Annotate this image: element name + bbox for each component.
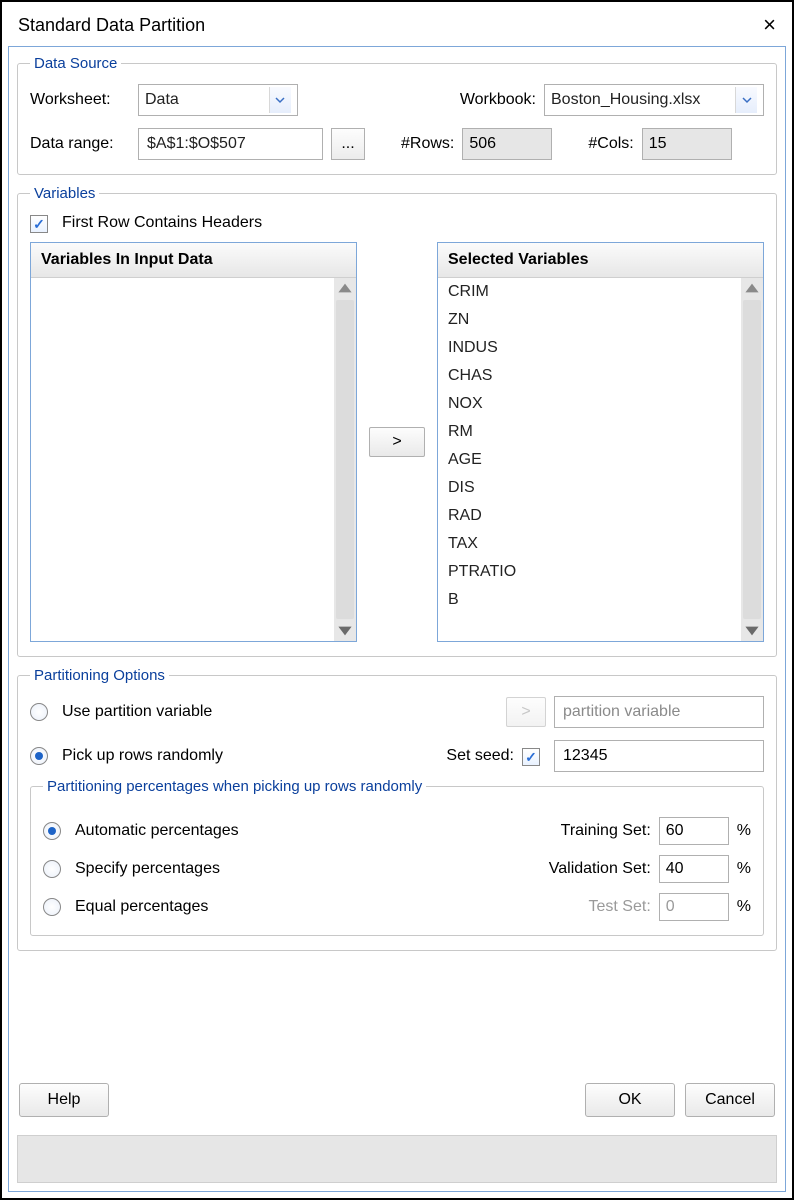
ok-button[interactable]: OK xyxy=(585,1083,675,1117)
rows-output: 506 xyxy=(462,128,552,160)
automatic-pct-radio[interactable] xyxy=(43,822,61,840)
scroll-track[interactable] xyxy=(743,300,761,619)
partition-variable-input: partition variable xyxy=(554,696,764,728)
first-row-headers-label: First Row Contains Headers xyxy=(62,214,262,232)
ok-button-label: OK xyxy=(618,1091,641,1109)
selected-list-header: Selected Variables xyxy=(448,251,589,269)
list-item[interactable]: B xyxy=(438,586,741,614)
workbook-dropdown[interactable]: Boston_Housing.xlsx xyxy=(544,84,764,116)
partitioning-pct-legend: Partitioning percentages when picking up… xyxy=(43,778,426,795)
pct-sign: % xyxy=(737,860,751,878)
chevron-right-icon: > xyxy=(521,703,530,721)
pick-rows-randomly-label: Pick up rows randomly xyxy=(62,747,223,765)
list-item[interactable]: CHAS xyxy=(438,362,741,390)
seed-input[interactable]: 12345 xyxy=(554,740,764,772)
help-button[interactable]: Help xyxy=(19,1083,109,1117)
equal-pct-label: Equal percentages xyxy=(75,898,208,916)
scroll-down-icon[interactable] xyxy=(741,621,763,641)
set-seed-checkbox[interactable] xyxy=(522,748,540,766)
input-list-body xyxy=(31,278,356,641)
training-set-label: Training Set: xyxy=(561,822,651,840)
chevron-right-icon: > xyxy=(392,433,401,451)
chevron-down-icon xyxy=(735,87,757,113)
worksheet-value: Data xyxy=(145,91,263,109)
dialog: Standard Data Partition × Data Source Wo… xyxy=(0,0,794,1200)
test-set-label: Test Set: xyxy=(589,898,651,916)
specify-pct-radio[interactable] xyxy=(43,860,61,878)
list-item[interactable]: CRIM xyxy=(438,278,741,306)
use-partition-variable-label: Use partition variable xyxy=(62,703,212,721)
variables-group: Variables First Row Contains Headers Var… xyxy=(17,185,777,657)
ellipsis-icon: ... xyxy=(341,135,354,153)
list-item[interactable]: PTRATIO xyxy=(438,558,741,586)
partitioning-pct-group: Partitioning percentages when picking up… xyxy=(30,778,764,936)
checkbox-icon xyxy=(30,215,48,233)
scroll-up-icon[interactable] xyxy=(741,278,763,298)
data-range-input[interactable] xyxy=(138,128,323,160)
list-item[interactable]: NOX xyxy=(438,390,741,418)
selected-list-body: CRIMZNINDUSCHASNOXRMAGEDISRADTAXPTRATIOB xyxy=(438,278,763,641)
move-right-button[interactable]: > xyxy=(369,427,425,457)
workbook-label: Workbook: xyxy=(460,91,536,109)
cols-output: 15 xyxy=(642,128,732,160)
list-item[interactable]: ZN xyxy=(438,306,741,334)
scroll-up-icon[interactable] xyxy=(334,278,356,298)
input-variables-listbox[interactable]: Variables In Input Data xyxy=(30,242,357,642)
close-icon[interactable]: × xyxy=(757,12,782,38)
titlebar: Standard Data Partition × xyxy=(8,8,792,46)
partition-variable-placeholder: partition variable xyxy=(563,703,680,721)
variables-legend: Variables xyxy=(30,185,99,202)
dialog-body: Data Source Worksheet: Data Workbook: Bo… xyxy=(8,46,786,1192)
worksheet-dropdown[interactable]: Data xyxy=(138,84,298,116)
equal-pct-radio[interactable] xyxy=(43,898,61,916)
workbook-value: Boston_Housing.xlsx xyxy=(551,91,729,109)
status-strip xyxy=(17,1135,777,1183)
partition-variable-move-button: > xyxy=(506,697,546,727)
rows-label: #Rows: xyxy=(401,135,454,153)
first-row-headers-checkbox[interactable]: First Row Contains Headers xyxy=(30,214,764,232)
input-list-header: Variables In Input Data xyxy=(41,251,213,269)
list-item[interactable]: DIS xyxy=(438,474,741,502)
scroll-track[interactable] xyxy=(336,300,354,619)
selected-variables-listbox[interactable]: Selected Variables CRIMZNINDUSCHASNOXRMA… xyxy=(437,242,764,642)
dialog-footer: Help OK Cancel xyxy=(17,1081,777,1119)
list-item[interactable]: AGE xyxy=(438,446,741,474)
seed-value: 12345 xyxy=(563,747,608,765)
scroll-down-icon[interactable] xyxy=(334,621,356,641)
rows-value: 506 xyxy=(469,135,496,153)
partitioning-legend: Partitioning Options xyxy=(30,667,169,684)
cols-label: #Cols: xyxy=(588,135,633,153)
pick-rows-randomly-radio[interactable] xyxy=(30,747,48,765)
set-seed-label: Set seed: xyxy=(446,747,514,765)
scrollbar[interactable] xyxy=(741,278,763,641)
scrollbar[interactable] xyxy=(334,278,356,641)
specify-pct-label: Specify percentages xyxy=(75,860,220,878)
use-partition-variable-radio[interactable] xyxy=(30,703,48,721)
test-set-input xyxy=(659,893,729,921)
list-item[interactable]: INDUS xyxy=(438,334,741,362)
partitioning-group: Partitioning Options Use partition varia… xyxy=(17,667,777,951)
validation-set-input[interactable] xyxy=(659,855,729,883)
automatic-pct-label: Automatic percentages xyxy=(75,822,239,840)
help-button-label: Help xyxy=(48,1091,81,1109)
cancel-button-label: Cancel xyxy=(705,1091,755,1109)
chevron-down-icon xyxy=(269,87,291,113)
cancel-button[interactable]: Cancel xyxy=(685,1083,775,1117)
data-range-browse-button[interactable]: ... xyxy=(331,128,365,160)
pct-sign: % xyxy=(737,822,751,840)
data-range-value[interactable] xyxy=(145,134,356,154)
training-set-input[interactable] xyxy=(659,817,729,845)
list-item[interactable]: RAD xyxy=(438,502,741,530)
data-source-legend: Data Source xyxy=(30,55,121,72)
pct-sign: % xyxy=(737,898,751,916)
data-range-label: Data range: xyxy=(30,135,130,153)
list-item[interactable]: RM xyxy=(438,418,741,446)
cols-value: 15 xyxy=(649,135,667,153)
validation-set-label: Validation Set: xyxy=(549,860,651,878)
data-source-group: Data Source Worksheet: Data Workbook: Bo… xyxy=(17,55,777,175)
list-item[interactable]: TAX xyxy=(438,530,741,558)
worksheet-label: Worksheet: xyxy=(30,91,130,109)
dialog-title: Standard Data Partition xyxy=(18,15,205,36)
